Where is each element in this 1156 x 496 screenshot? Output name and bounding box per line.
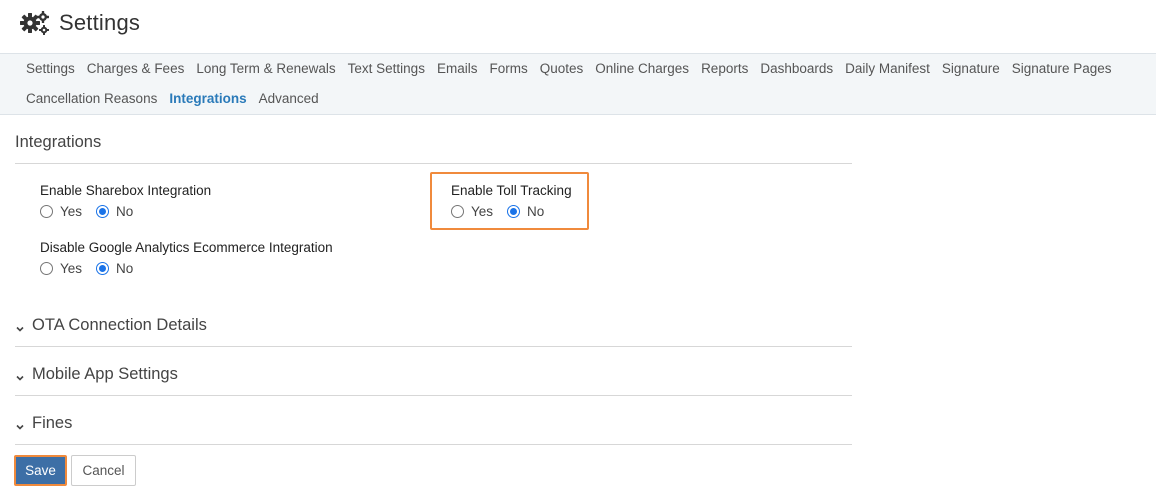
cancel-button[interactable]: Cancel [71, 455, 136, 486]
divider [15, 346, 852, 347]
subnav-reports[interactable]: Reports [701, 61, 748, 76]
chevron-down-icon [15, 370, 25, 381]
analytics-radio-group: Yes No [40, 261, 333, 276]
sharebox-radio-group: Yes No [40, 204, 211, 219]
toll-tracking-radio-group: Yes No [451, 204, 572, 219]
accordion-fines-title: Fines [32, 414, 73, 432]
sharebox-no-label: No [116, 204, 134, 219]
divider [15, 395, 852, 396]
analytics-label: Disable Google Analytics Ecommerce Integ… [40, 240, 333, 255]
gears-icon [20, 10, 50, 36]
subnav-emails[interactable]: Emails [437, 61, 478, 76]
divider [15, 444, 852, 445]
subnav-forms[interactable]: Forms [489, 61, 527, 76]
toll-yes-radio[interactable] [451, 205, 464, 218]
analytics-no-radio[interactable] [96, 262, 110, 275]
save-button[interactable]: Save [14, 455, 67, 486]
subnav-advanced[interactable]: Advanced [259, 91, 319, 106]
analytics-yes-radio[interactable] [40, 262, 53, 275]
subnav-charges-fees[interactable]: Charges & Fees [87, 61, 185, 76]
subnav-daily-manifest[interactable]: Daily Manifest [845, 61, 930, 76]
subnav-dashboards[interactable]: Dashboards [760, 61, 833, 76]
subnav-row-2: Cancellation Reasons Integrations Advanc… [26, 91, 331, 106]
subnav-signature[interactable]: Signature [942, 61, 1000, 76]
analytics-field: Disable Google Analytics Ecommerce Integ… [40, 240, 333, 276]
subnav-text-settings[interactable]: Text Settings [348, 61, 425, 76]
subnav-integrations[interactable]: Integrations [169, 91, 246, 106]
accordion-mobile-title: Mobile App Settings [32, 365, 178, 383]
chevron-down-icon [15, 419, 25, 430]
subnav-cancellation-reasons[interactable]: Cancellation Reasons [26, 91, 157, 106]
subnav-long-term-renewals[interactable]: Long Term & Renewals [196, 61, 335, 76]
sharebox-no-radio[interactable] [96, 205, 110, 218]
toll-yes-label: Yes [471, 204, 494, 219]
subnav-settings[interactable]: Settings [26, 61, 75, 76]
toll-tracking-field: Enable Toll Tracking Yes No [451, 183, 572, 219]
sharebox-field: Enable Sharebox Integration Yes No [40, 183, 211, 219]
accordion-fines[interactable]: Fines [15, 414, 72, 433]
subnav-quotes[interactable]: Quotes [540, 61, 584, 76]
integrations-heading: Integrations [15, 133, 102, 151]
accordion-mobile[interactable]: Mobile App Settings [15, 365, 178, 384]
chevron-down-icon [15, 321, 25, 332]
analytics-yes-label: Yes [60, 261, 83, 276]
toll-no-label: No [527, 204, 545, 219]
page-title: Settings [59, 10, 141, 35]
toll-tracking-label: Enable Toll Tracking [451, 183, 572, 198]
sharebox-yes-label: Yes [60, 204, 83, 219]
sharebox-label: Enable Sharebox Integration [40, 183, 212, 198]
subnav-online-charges[interactable]: Online Charges [595, 61, 689, 76]
subnav-row-1: Settings Charges & Fees Long Term & Rene… [26, 61, 1124, 76]
accordion-ota[interactable]: OTA Connection Details [15, 316, 207, 335]
analytics-no-label: No [116, 261, 134, 276]
accordion-ota-title: OTA Connection Details [32, 316, 207, 334]
sharebox-yes-radio[interactable] [40, 205, 53, 218]
subnav-signature-pages[interactable]: Signature Pages [1012, 61, 1112, 76]
divider [15, 163, 852, 164]
settings-subnav: Settings Charges & Fees Long Term & Rene… [0, 53, 1156, 115]
page-header: Settings [20, 7, 140, 39]
toll-no-radio[interactable] [507, 205, 521, 218]
